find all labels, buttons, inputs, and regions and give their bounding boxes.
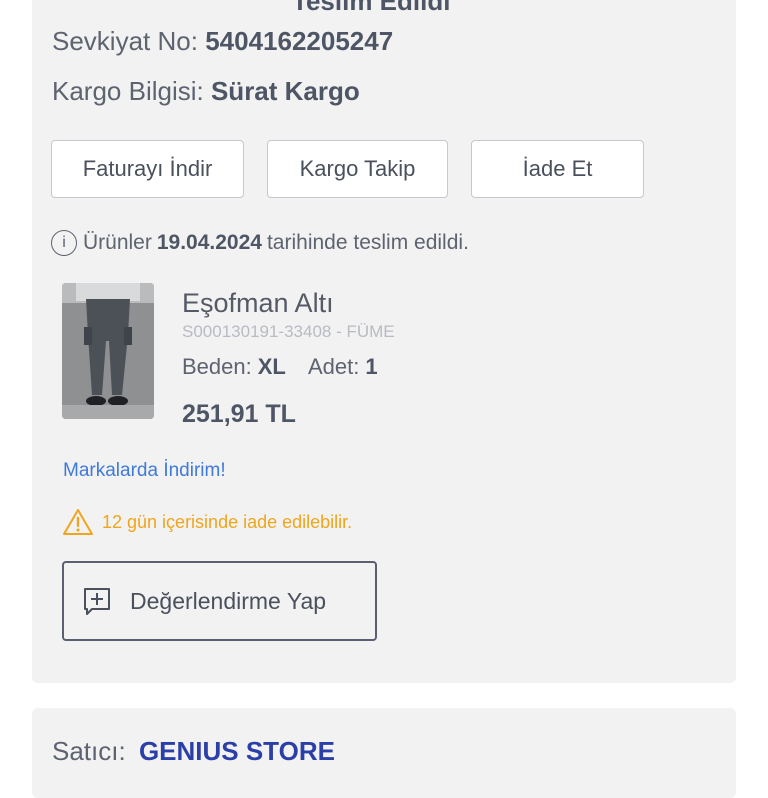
size-label: Beden:	[182, 354, 252, 379]
warning-icon	[63, 509, 93, 535]
status-value: Teslim Edildi	[292, 0, 451, 16]
size-value: XL	[257, 354, 286, 379]
product-name[interactable]: Eşofman Altı	[182, 288, 334, 319]
seller-label: Satıcı:	[52, 736, 126, 766]
product-photo-icon	[62, 283, 154, 419]
product-price: 251,91 TL	[182, 400, 296, 428]
cargo-label: Kargo Bilgisi:	[52, 76, 204, 106]
add-review-icon	[84, 588, 110, 615]
product-sku: S000130191-33408 - FÜME	[182, 322, 395, 341]
delivery-prefix: Ürünler	[83, 231, 152, 254]
write-review-label: Değerlendirme Yap	[130, 587, 327, 614]
write-review-button[interactable]: Değerlendirme Yap	[62, 561, 377, 641]
shipment-row: Sevkiyat No: 5404162205247	[52, 26, 393, 57]
info-icon: i	[51, 230, 77, 256]
return-notice-text: 12 gün içerisinde iade edilebilir.	[102, 511, 353, 532]
seller-row: Satıcı: GENIUS STORE	[52, 736, 335, 767]
return-notice: 12 gün içerisinde iade edilebilir.	[62, 508, 352, 536]
brand-discount-link[interactable]: Markalarda İndirim!	[63, 460, 226, 482]
delivery-suffix: tarihinde teslim edildi.	[266, 231, 469, 254]
return-button[interactable]: İade Et	[471, 140, 644, 198]
status-row: Teslim Edildi	[52, 0, 450, 17]
shipment-number: 5404162205247	[205, 26, 394, 56]
delivery-date: 19.04.2024	[156, 231, 262, 254]
cargo-company: Sürat Kargo	[210, 76, 360, 106]
product-meta: Beden: XL Adet: 1	[182, 354, 378, 380]
cargo-tracking-button[interactable]: Kargo Takip	[267, 140, 448, 198]
quantity-value: 1	[365, 354, 378, 379]
download-invoice-button[interactable]: Faturayı İndir	[51, 140, 244, 198]
quantity-label: Adet:	[307, 354, 360, 379]
cargo-row: Kargo Bilgisi: Sürat Kargo	[52, 76, 360, 107]
seller-store-link[interactable]: GENIUS STORE	[139, 736, 335, 766]
shipment-label: Sevkiyat No:	[52, 26, 198, 56]
product-image[interactable]	[62, 283, 154, 419]
delivery-info: i Ürünler 19.04.2024 tarihinde teslim ed…	[51, 230, 469, 256]
